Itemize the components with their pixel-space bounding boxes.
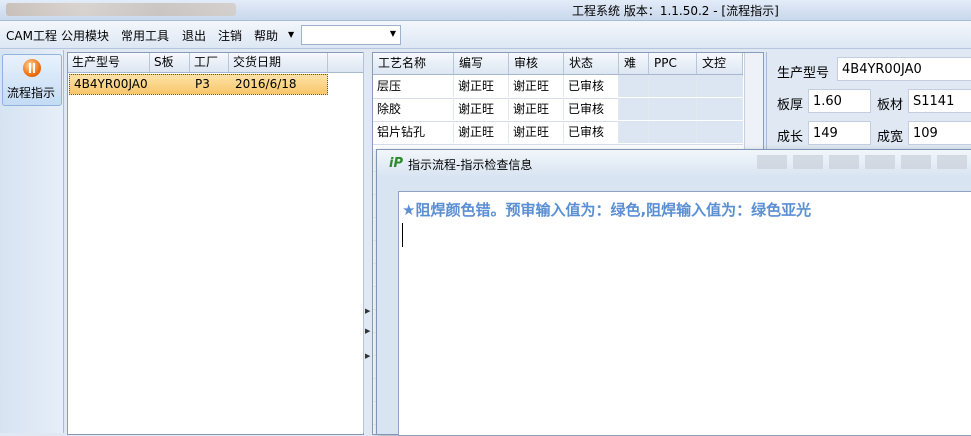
- material-field[interactable]: S1141: [908, 89, 971, 113]
- splitter-arrow-icon[interactable]: ▶: [365, 327, 370, 335]
- flow-indicator-button[interactable]: 流程指示: [2, 54, 62, 106]
- table-row[interactable]: 除胶 谢正旺 谢正旺 已审核: [373, 98, 743, 122]
- process-table-header: 工艺名称 编写 审核 状态 难 PPC 文控: [373, 53, 743, 75]
- cell-factory: P3: [195, 77, 210, 91]
- panel-splitter[interactable]: ▶ ▶ ▶: [363, 52, 371, 433]
- menu-logout[interactable]: 注销: [218, 27, 242, 44]
- cell-status: 已审核: [564, 98, 619, 120]
- col-writer[interactable]: 编写: [454, 53, 509, 74]
- model-field[interactable]: 4B4YR00JA0: [837, 57, 971, 81]
- order-table-header: 生产型号 S板 工厂 交货日期: [68, 53, 363, 73]
- cell-ppc: [649, 75, 697, 97]
- menu-cam[interactable]: CAM工程: [6, 27, 57, 44]
- cell-process-name: 铝片钻孔: [373, 121, 454, 143]
- order-table: 生产型号 S板 工厂 交货日期 4B4YR00JA0 P3 2016/6/18: [67, 52, 364, 435]
- table-row[interactable]: 铝片钻孔 谢正旺 谢正旺 已审核: [373, 121, 743, 145]
- menu-common-modules[interactable]: 公用模块: [61, 27, 109, 44]
- cell-writer: 谢正旺: [454, 98, 509, 120]
- col-difficulty[interactable]: 难: [619, 53, 649, 74]
- cell-ppc: [649, 121, 697, 143]
- width-field[interactable]: 109: [908, 121, 971, 145]
- material-label: 板材: [877, 98, 904, 113]
- check-info-dialog: iP 指示流程-指示检查信息 ★阻焊颜色错。预审输入值为：绿色,阻焊输入值为：绿…: [376, 149, 971, 436]
- col-doc-control[interactable]: 文控: [697, 53, 743, 74]
- col-model[interactable]: 生产型号: [68, 53, 150, 72]
- menu-help[interactable]: 帮助: [254, 27, 278, 44]
- cell-difficulty: [619, 75, 649, 97]
- col-s-board[interactable]: S板: [150, 53, 190, 72]
- cell-process-name: 层压: [373, 75, 454, 97]
- cell-reviewer: 谢正旺: [509, 75, 564, 97]
- menu-bar: CAM工程 公用模块 常用工具 退出 注销 帮助 ▼ ▼: [0, 21, 971, 49]
- cell-reviewer: 谢正旺: [509, 98, 564, 120]
- help-dropdown-icon[interactable]: ▼: [288, 30, 294, 39]
- dialog-title-bar[interactable]: iP 指示流程-指示检查信息: [377, 150, 971, 176]
- thickness-field[interactable]: 1.60: [808, 89, 871, 113]
- dialog-message: ★阻焊颜色错。预审输入值为：绿色,阻焊输入值为：绿色亚光: [402, 201, 812, 219]
- model-label: 生产型号: [777, 66, 830, 81]
- menu-combobox[interactable]: ▼: [301, 25, 401, 45]
- table-row[interactable]: 层压 谢正旺 谢正旺 已审核: [373, 75, 743, 99]
- col-reviewer[interactable]: 审核: [509, 53, 564, 74]
- cell-doc-control: [697, 75, 743, 97]
- blurred-tab-strip: [6, 3, 236, 16]
- cell-status: 已审核: [564, 121, 619, 143]
- col-status[interactable]: 状态: [564, 53, 619, 74]
- cell-writer: 谢正旺: [454, 75, 509, 97]
- col-factory[interactable]: 工厂: [190, 53, 229, 72]
- chevron-down-icon[interactable]: ▼: [390, 29, 396, 38]
- cell-doc-control: [697, 98, 743, 120]
- length-label: 成长: [777, 130, 804, 145]
- menu-common-tools[interactable]: 常用工具: [121, 27, 169, 44]
- title-bar: 工程系统 版本：1.1.50.2 - [流程指示]: [0, 0, 971, 21]
- splitter-arrow-icon[interactable]: ▶: [365, 352, 370, 360]
- cell-ppc: [649, 98, 697, 120]
- length-field[interactable]: 149: [808, 121, 871, 145]
- cell-difficulty: [619, 98, 649, 120]
- table-row[interactable]: 4B4YR00JA0 P3 2016/6/18: [69, 74, 328, 95]
- obscured-background-text: [757, 155, 971, 169]
- col-delivery-date[interactable]: 交货日期: [229, 53, 328, 72]
- window-title: 工程系统 版本：1.1.50.2 - [流程指示]: [572, 4, 779, 18]
- menu-exit[interactable]: 退出: [182, 27, 206, 44]
- dialog-title: 指示流程-指示检查信息: [408, 158, 533, 172]
- cell-process-name: 除胶: [373, 98, 454, 120]
- cell-difficulty: [619, 121, 649, 143]
- thickness-label: 板厚: [777, 98, 804, 113]
- col-ppc[interactable]: PPC: [649, 53, 697, 74]
- left-navigation: 流程指示: [0, 50, 64, 433]
- cell-model: 4B4YR00JA0: [74, 77, 148, 91]
- text-cursor: [402, 223, 403, 247]
- cell-status: 已审核: [564, 75, 619, 97]
- cell-writer: 谢正旺: [454, 121, 509, 143]
- flow-indicator-label: 流程指示: [7, 86, 56, 100]
- cell-doc-control: [697, 121, 743, 143]
- col-process-name[interactable]: 工艺名称: [373, 53, 454, 74]
- cell-delivery-date: 2016/6/18: [235, 77, 297, 91]
- app-logo-icon: iP: [389, 156, 403, 171]
- splitter-arrow-icon[interactable]: ▶: [365, 307, 370, 315]
- cell-reviewer: 谢正旺: [509, 121, 564, 143]
- flow-indicator-icon: [23, 59, 41, 77]
- width-label: 成宽: [877, 130, 904, 145]
- dialog-message-area[interactable]: ★阻焊颜色错。预审输入值为：绿色,阻焊输入值为：绿色亚光: [398, 191, 971, 436]
